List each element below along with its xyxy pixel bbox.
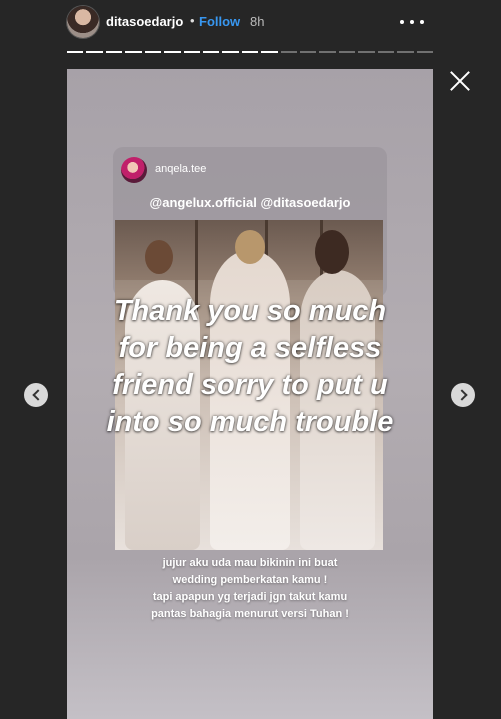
story-text-overlay: Thank you so much for being a selfless f… (67, 293, 433, 441)
progress-segment (164, 51, 181, 53)
progress-segment (125, 51, 142, 53)
progress-segment (86, 51, 103, 53)
progress-segment (300, 51, 317, 53)
progress-segment (358, 51, 375, 53)
story-caption: jujur aku uda mau bikinin ini buat weddi… (67, 555, 433, 623)
progress-segment (241, 51, 259, 53)
story-progress-bar (67, 51, 434, 54)
caption-line: wedding pemberkatan kamu ! (172, 574, 328, 586)
chevron-right-icon[interactable] (451, 383, 475, 407)
progress-segment (319, 51, 336, 53)
progress-segment (67, 51, 84, 53)
close-icon[interactable] (447, 68, 473, 94)
progress-segment (280, 51, 298, 53)
timestamp: 8h (250, 14, 265, 29)
progress-segment (338, 51, 356, 53)
caption-line: tapi apapun yg terjadi jgn takut kamu (152, 591, 348, 603)
progress-segment (416, 51, 434, 53)
story-header: ditasoedarjo • Follow 8h (0, 0, 501, 46)
overlay-line: for being a selfless (118, 332, 382, 364)
more-horizontal-icon[interactable] (400, 12, 424, 32)
progress-segment (397, 51, 414, 53)
caption-line: jujur aku uda mau bikinin ini buat (162, 557, 338, 569)
repost-avatar (121, 157, 147, 183)
overlay-line: friend sorry to put u (112, 369, 388, 401)
progress-segment (144, 51, 162, 53)
progress-segment (377, 51, 395, 53)
progress-segment (222, 51, 239, 53)
story-frame[interactable]: anqela.tee @angelux.official @ditasoedar… (67, 69, 433, 719)
repost-username: anqela.tee (155, 163, 207, 175)
overlay-line: into so much trouble (106, 406, 394, 438)
progress-segment (261, 51, 278, 53)
overlay-line: Thank you so much (113, 295, 387, 327)
username[interactable]: ditasoedarjo (106, 14, 183, 29)
progress-segment (202, 51, 220, 53)
progress-segment (105, 51, 123, 53)
progress-segment (183, 51, 200, 53)
separator-dot: • (190, 13, 195, 28)
caption-line: pantas bahagia menurut versi Tuhan ! (151, 608, 349, 620)
mention-tags[interactable]: @angelux.official @ditasoedarjo (113, 195, 387, 210)
avatar[interactable] (67, 6, 99, 38)
chevron-left-icon[interactable] (24, 383, 48, 407)
follow-button[interactable]: Follow (199, 14, 240, 29)
